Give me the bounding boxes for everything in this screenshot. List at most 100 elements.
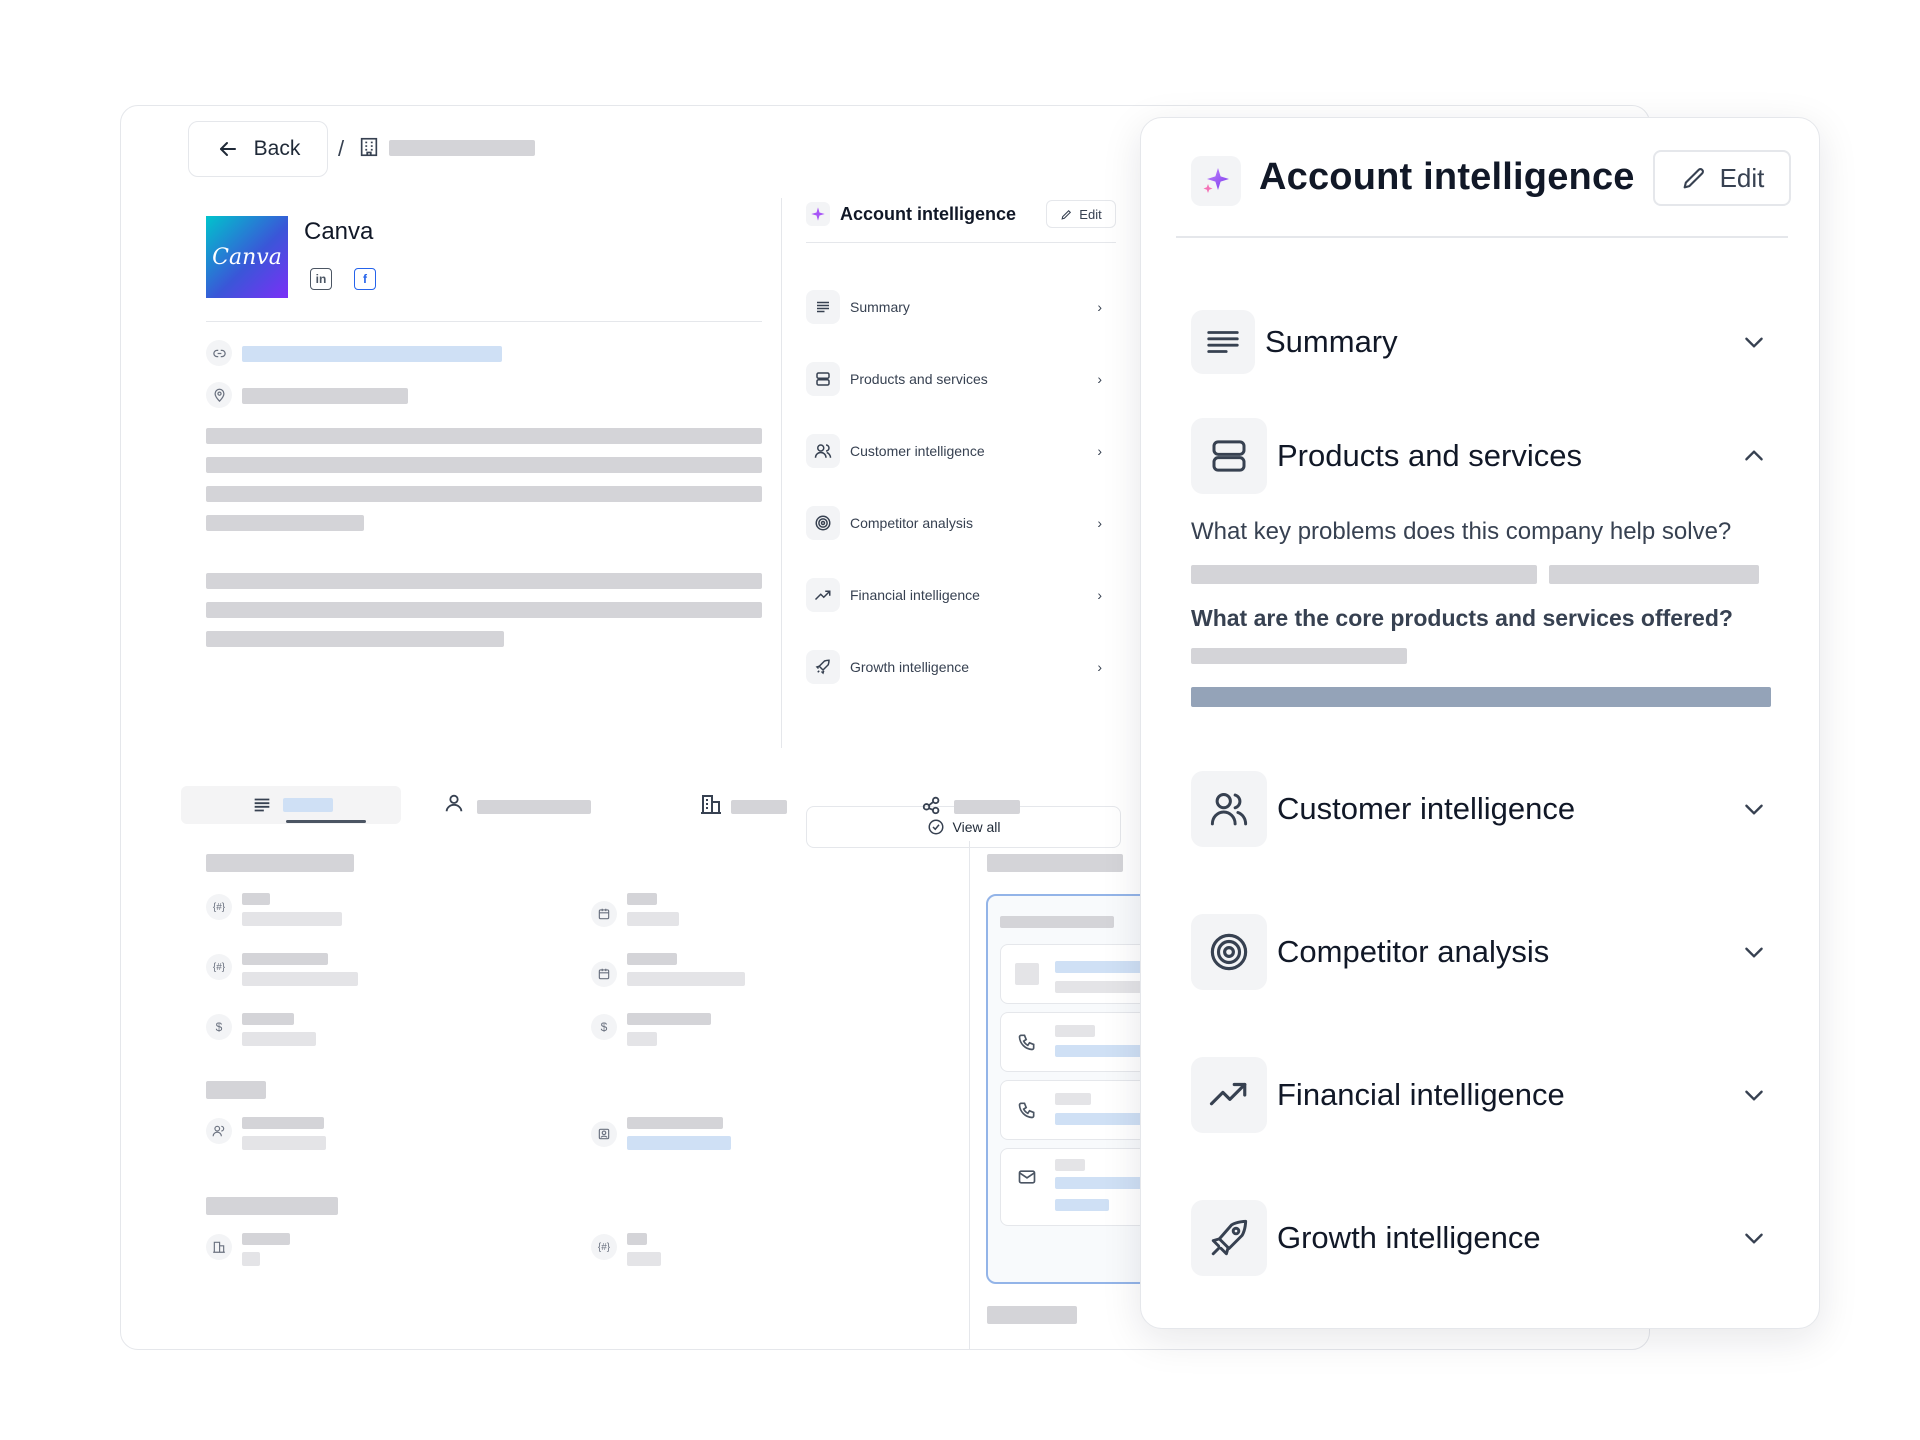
section-label: Growth intelligence (1277, 1220, 1541, 1255)
building-icon (206, 1234, 232, 1260)
breadcrumb-separator: / (338, 136, 345, 161)
chevron-right-icon: › (1097, 587, 1102, 603)
field-label (627, 1117, 723, 1129)
mini-item-growth[interactable]: Growth intelligence › (806, 647, 1116, 687)
chevron-right-icon: › (1097, 659, 1102, 675)
description-line (206, 602, 762, 618)
back-button[interactable]: Back (188, 121, 328, 177)
activity-item-title (1055, 1093, 1091, 1105)
section-label: Products and services (1277, 438, 1582, 473)
breadcrumb-placeholder (389, 140, 535, 156)
activity-item-icon (1015, 963, 1039, 985)
website-placeholder (242, 346, 502, 362)
section-products[interactable]: Products and services (1191, 418, 1781, 494)
dollar-icon: $ (591, 1014, 617, 1040)
mail-icon (1018, 1170, 1036, 1184)
activity-item-title (1055, 1025, 1095, 1037)
back-label: Back (253, 137, 301, 160)
section-label: Customer intelligence (1277, 791, 1576, 826)
tab-label-placeholder (731, 800, 787, 814)
activity-card-heading (1000, 916, 1114, 928)
hash-icon: {#} (206, 954, 232, 980)
chevron-down-icon (1745, 1090, 1763, 1101)
mini-panel-header: Account intelligence Edit (806, 194, 1116, 234)
section-financial-intelligence[interactable]: Financial intelligence (1191, 1057, 1781, 1133)
section-label: Financial intelligence (1277, 1077, 1565, 1112)
field-label (242, 1233, 290, 1245)
section-label: Competitor analysis (1277, 934, 1550, 969)
field-value (627, 1252, 661, 1266)
section-heading-placeholder (206, 854, 354, 872)
activity-item-title (1055, 1159, 1085, 1171)
field-value (627, 1032, 657, 1046)
panel-header-divider (1176, 236, 1788, 238)
linkedin-icon[interactable]: in (310, 268, 332, 290)
rocket-icon (806, 650, 840, 684)
tab-lines-icon (254, 798, 270, 812)
trend-up-icon (1191, 1057, 1267, 1133)
activity-heading-placeholder (987, 854, 1123, 872)
question-key-problems: What key problems does this company help… (1191, 518, 1732, 545)
answer-placeholder (1191, 648, 1407, 664)
link-icon (206, 340, 232, 366)
chevron-up-icon (1745, 450, 1763, 461)
company-name: Canva (304, 218, 374, 245)
tab-label-placeholder (477, 800, 591, 814)
mini-item-competitor[interactable]: Competitor analysis › (806, 503, 1116, 543)
stage: Back / Canva Canva in f Account intellig… (0, 0, 1920, 1440)
contact-card-icon (591, 1121, 617, 1147)
hash-icon: {#} (591, 1234, 617, 1260)
building-icon (360, 137, 378, 157)
facebook-icon[interactable]: f (354, 268, 376, 290)
section-customer-intelligence[interactable]: Customer intelligence (1191, 771, 1781, 847)
trend-up-icon (806, 578, 840, 612)
mini-edit-button[interactable]: Edit (1046, 200, 1116, 228)
location-pin-icon (206, 382, 232, 408)
chevron-down-icon (1745, 804, 1763, 815)
check-badge-icon (928, 819, 943, 835)
field-label (242, 1013, 294, 1025)
dollar-icon: $ (206, 1014, 232, 1040)
chevron-right-icon: › (1097, 443, 1102, 459)
section-competitor-analysis[interactable]: Competitor analysis (1191, 914, 1781, 990)
tab-label-placeholder (954, 800, 1020, 814)
sparkle-icon (806, 202, 830, 226)
answer-placeholder (1191, 565, 1537, 584)
field-label (627, 1233, 647, 1245)
section-summary[interactable]: Summary (1191, 304, 1781, 380)
description-line (206, 573, 762, 589)
building-icon (701, 795, 721, 814)
description-line (206, 457, 762, 473)
column-divider (781, 198, 782, 748)
edit-button[interactable]: Edit (1653, 150, 1791, 206)
panel-title: Account intelligence (1259, 156, 1635, 198)
field-value (242, 1136, 326, 1150)
mini-item-products[interactable]: Products and services › (806, 359, 1116, 399)
calendar-icon (591, 961, 617, 987)
mini-item-customer[interactable]: Customer intelligence › (806, 431, 1116, 471)
field-label (627, 893, 657, 905)
chevron-down-icon (1745, 337, 1763, 348)
summary-lines-icon (806, 290, 840, 324)
mini-item-financial[interactable]: Financial intelligence › (806, 575, 1116, 615)
section-heading-placeholder (206, 1081, 266, 1099)
arrow-left-icon (219, 142, 236, 156)
lower-column-divider (969, 841, 970, 1349)
question-core-products: What are the core products and services … (1191, 605, 1733, 631)
mini-item-summary[interactable]: Summary › (806, 287, 1116, 327)
loading-bar (1191, 687, 1771, 707)
description-line (206, 631, 504, 647)
section-label: Summary (1265, 324, 1398, 359)
sparkle-icon (1191, 156, 1241, 206)
field-value (627, 912, 679, 926)
person-icon (445, 794, 463, 812)
stack-icon (806, 362, 840, 396)
profile-divider (206, 321, 762, 322)
mini-panel-title: Account intelligence (840, 203, 1017, 224)
field-value (242, 972, 358, 986)
activity-item-meta (1055, 1199, 1109, 1211)
pencil-icon (1683, 168, 1704, 189)
section-growth-intelligence[interactable]: Growth intelligence (1191, 1200, 1781, 1276)
location-placeholder (242, 388, 408, 404)
users-icon (806, 434, 840, 468)
